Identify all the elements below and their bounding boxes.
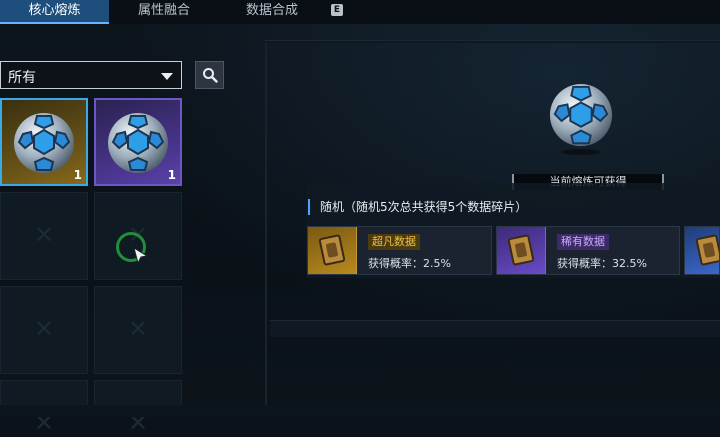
preview-core-orb-icon bbox=[549, 84, 613, 155]
reward-card-rare[interactable]: 稀有数据 获得概率：32.5% bbox=[496, 226, 680, 275]
filter-value: 所有 bbox=[8, 70, 36, 86]
search-button[interactable] bbox=[195, 61, 224, 89]
tab-attribute-fusion[interactable]: 属性融合 bbox=[120, 0, 208, 22]
tab-data-synthesis[interactable]: 数据合成 bbox=[228, 0, 316, 22]
decor-floor-bar bbox=[270, 320, 720, 337]
data-fragment-icon bbox=[308, 227, 357, 274]
reward-name: 超凡数据 bbox=[368, 234, 420, 250]
pointer-cursor-icon bbox=[133, 247, 149, 265]
tab-core-smelt[interactable]: 核心熔炼 bbox=[0, 0, 109, 24]
core-orb-icon bbox=[108, 113, 168, 173]
chevron-down-icon bbox=[161, 73, 173, 80]
filter-dropdown[interactable]: 所有 bbox=[0, 61, 182, 89]
item-count: 1 bbox=[73, 168, 82, 182]
reward-title: 随机（随机5次总共获得5个数据碎片） bbox=[308, 199, 527, 215]
data-fragment-icon bbox=[685, 227, 719, 274]
panel-divider bbox=[265, 40, 267, 417]
reward-card-legendary[interactable]: 超凡数据 获得概率：2.5% bbox=[307, 226, 492, 275]
inventory-slot-empty[interactable] bbox=[0, 286, 88, 374]
data-fragment-icon bbox=[497, 227, 546, 274]
hotkey-e-icon[interactable]: E bbox=[331, 4, 343, 16]
decor-floor-bottom bbox=[0, 405, 720, 417]
inventory-slot-2[interactable]: 1 bbox=[94, 98, 182, 186]
search-icon bbox=[203, 68, 218, 83]
reward-rate: 获得概率：2.5% bbox=[368, 257, 451, 270]
reward-name: 稀有数据 bbox=[557, 234, 609, 250]
core-orb-icon bbox=[14, 113, 74, 173]
inventory-slot-empty[interactable] bbox=[0, 192, 88, 280]
inventory-slot-1[interactable]: 1 bbox=[0, 98, 88, 186]
inventory-slot-empty[interactable] bbox=[94, 286, 182, 374]
item-count: 1 bbox=[167, 168, 176, 182]
top-divider bbox=[265, 40, 720, 43]
tab-bar: 核心熔炼 属性融合 数据合成 E bbox=[0, 0, 720, 24]
reward-rate: 获得概率：32.5% bbox=[557, 257, 647, 270]
reward-card-partial[interactable] bbox=[684, 226, 720, 275]
